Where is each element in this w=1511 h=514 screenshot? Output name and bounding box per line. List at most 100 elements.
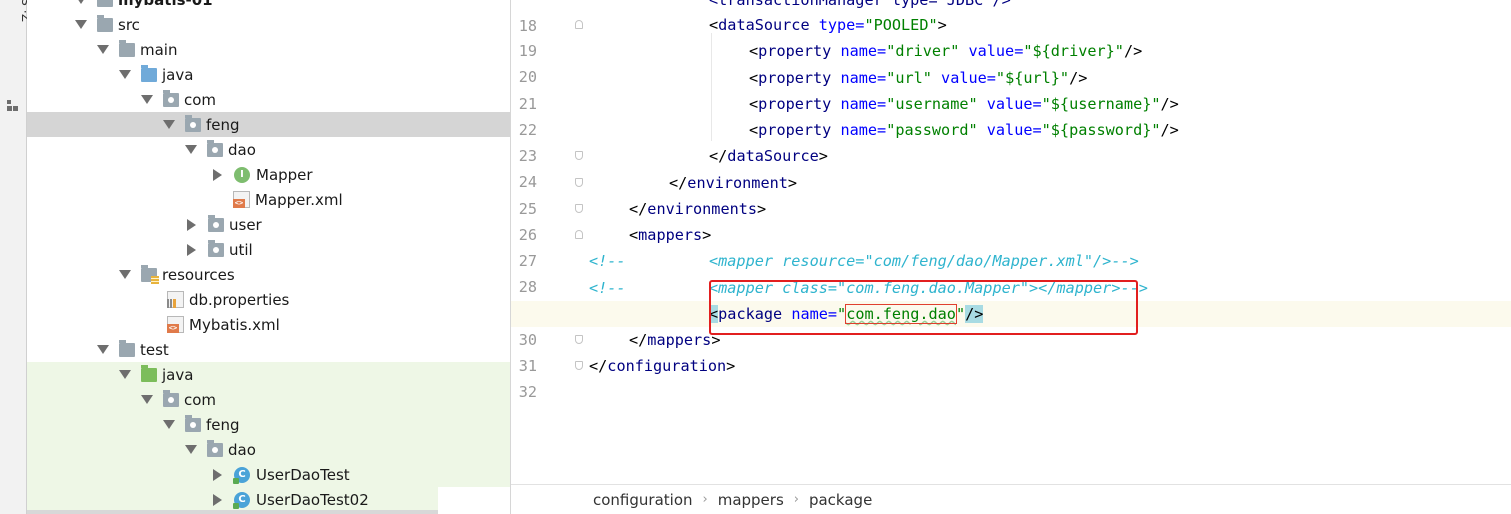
- fold-marker-icon[interactable]: [575, 335, 583, 344]
- tree-item-label: db.properties: [189, 290, 290, 309]
- code-text: <package name="com.feng.dao"/>: [709, 304, 984, 324]
- code-line[interactable]: 31 </mappers>: [511, 327, 1511, 375]
- tree-row[interactable]: resources: [27, 262, 510, 287]
- expand-arrow-icon[interactable]: [75, 20, 87, 29]
- expand-arrow-icon[interactable]: [185, 145, 197, 154]
- code-text: <mapper resource="com/feng/dao/Mapper.xm…: [709, 252, 1139, 270]
- tree-item-label: feng: [206, 115, 240, 134]
- tree-item-label: feng: [206, 415, 240, 434]
- fold-marker-icon[interactable]: [575, 361, 583, 370]
- tree-row-selected[interactable]: feng: [27, 112, 510, 137]
- tool-window-strip: Z: Structure: [0, 0, 34, 514]
- test-source-folder-icon: [141, 364, 157, 382]
- collapse-arrow-icon[interactable]: [213, 468, 222, 481]
- tree-row[interactable]: src: [27, 12, 510, 37]
- code-line[interactable]: 32 </configuration>: [511, 353, 1511, 401]
- test-class-icon: C: [233, 491, 250, 509]
- code-line[interactable]: 22 <property name="username" value="${us…: [511, 91, 1511, 139]
- breadcrumb-item-configuration[interactable]: configuration: [593, 491, 693, 509]
- tree-row[interactable]: dao: [27, 437, 510, 462]
- tree-row[interactable]: C UserDaoTest02: [27, 487, 510, 512]
- code-line[interactable]: 29 <!-- <mapper class="com.feng.dao.Mapp…: [511, 275, 1511, 323]
- tree-row[interactable]: test: [27, 337, 510, 362]
- package-icon: [208, 214, 224, 232]
- fold-marker-icon[interactable]: [575, 20, 583, 29]
- tree-item-label: Mapper.xml: [255, 190, 343, 209]
- tree-row[interactable]: main: [27, 37, 510, 62]
- tree-item-label: com: [184, 90, 217, 109]
- collapse-arrow-icon[interactable]: [213, 493, 222, 506]
- tree-item-label: main: [140, 40, 178, 59]
- tree-row[interactable]: db.properties: [27, 287, 510, 312]
- code-line[interactable]: 24 </dataSource>: [511, 143, 1511, 191]
- package-icon: [207, 439, 223, 457]
- structure-tool-tab[interactable]: Z: Structure: [4, 0, 34, 114]
- tree-row[interactable]: com: [27, 387, 510, 412]
- breadcrumb-item-mappers[interactable]: mappers: [718, 491, 784, 509]
- code-line[interactable]: 27 <mappers>: [511, 222, 1511, 270]
- code-line[interactable]: 20 <property name="driver" value="${driv…: [511, 38, 1511, 86]
- collapse-arrow-icon[interactable]: [187, 243, 196, 256]
- expand-arrow-icon[interactable]: [185, 445, 197, 454]
- xml-file-icon: [167, 316, 184, 333]
- fold-marker-icon[interactable]: [575, 230, 583, 239]
- expand-arrow-icon[interactable]: [119, 370, 131, 379]
- breadcrumb-separator-icon: ›: [702, 492, 708, 507]
- folder-icon: [97, 14, 113, 32]
- code-line-current[interactable]: 30 <package name="com.feng.dao"/>: [511, 301, 1511, 349]
- fold-marker-icon[interactable]: [575, 178, 583, 187]
- breadcrumb: configuration › mappers › package: [511, 484, 1511, 514]
- expand-arrow-icon[interactable]: [119, 70, 131, 79]
- code-line[interactable]: 26 </environments>: [511, 196, 1511, 244]
- comment-open: <!--: [589, 279, 626, 297]
- expand-arrow-icon[interactable]: [163, 420, 175, 429]
- tree-row[interactable]: C UserDaoTest: [27, 462, 510, 487]
- code-text: <property name="url" value="${url}"/>: [749, 69, 1088, 87]
- tree-row[interactable]: Mapper.xml: [27, 187, 510, 212]
- tree-row[interactable]: com: [27, 87, 510, 112]
- tree-row[interactable]: dao: [27, 137, 510, 162]
- tree-row[interactable]: feng: [27, 412, 510, 437]
- tree-item-label: Mybatis.xml: [189, 315, 280, 334]
- expand-arrow-icon[interactable]: [97, 45, 109, 54]
- code-line[interactable]: 23 <property name="password" value="${pa…: [511, 117, 1511, 165]
- expand-arrow-icon[interactable]: [75, 0, 87, 4]
- interface-icon: I: [234, 166, 250, 183]
- collapse-arrow-icon[interactable]: [213, 168, 222, 181]
- project-tree[interactable]: mybatis-01 src main java com feng dao I …: [27, 0, 511, 514]
- tree-item-label: java: [162, 365, 194, 384]
- expand-arrow-icon[interactable]: [141, 95, 153, 104]
- collapse-arrow-icon[interactable]: [187, 218, 196, 231]
- tree-item-label: util: [229, 240, 253, 259]
- tree-row[interactable]: util: [27, 237, 510, 262]
- expand-arrow-icon[interactable]: [119, 270, 131, 279]
- code-text: <property name="driver" value="${driver}…: [749, 42, 1143, 60]
- expand-arrow-icon[interactable]: [141, 395, 153, 404]
- tree-row[interactable]: Mybatis.xml: [27, 312, 510, 337]
- module-icon: [97, 0, 113, 7]
- code-line[interactable]: 28 <!-- <mapper resource="com/feng/dao/M…: [511, 248, 1511, 296]
- package-icon: [207, 139, 223, 157]
- tree-item-label: UserDaoTest: [256, 465, 350, 484]
- code-line[interactable]: 19 <dataSource type="POOLED">: [511, 12, 1511, 60]
- code-text: <property name="username" value="${usern…: [749, 95, 1179, 113]
- tree-row-root[interactable]: mybatis-01: [27, 0, 510, 12]
- expand-arrow-icon[interactable]: [163, 120, 175, 129]
- expand-arrow-icon[interactable]: [97, 345, 109, 354]
- tree-row[interactable]: java: [27, 62, 510, 87]
- code-line[interactable]: 21 <property name="url" value="${url}"/>: [511, 65, 1511, 113]
- code-text: </environments>: [629, 200, 767, 218]
- tree-item-label: src: [118, 15, 140, 34]
- code-line[interactable]: 25 </environment>: [511, 170, 1511, 218]
- tree-row[interactable]: java: [27, 362, 510, 387]
- fold-marker-icon[interactable]: [575, 204, 583, 213]
- code-editor[interactable]: 18 <transactionManager type="JDBC"/> 19 …: [511, 0, 1511, 483]
- horizontal-scrollbar[interactable]: [27, 510, 438, 514]
- fold-marker-icon[interactable]: [575, 151, 583, 160]
- breadcrumb-item-package[interactable]: package: [809, 491, 872, 509]
- code-text: </configuration>: [589, 357, 736, 375]
- properties-file-icon: [167, 291, 184, 308]
- tree-row[interactable]: user: [27, 212, 510, 237]
- package-icon: [163, 89, 179, 107]
- tree-row[interactable]: I Mapper: [27, 162, 510, 187]
